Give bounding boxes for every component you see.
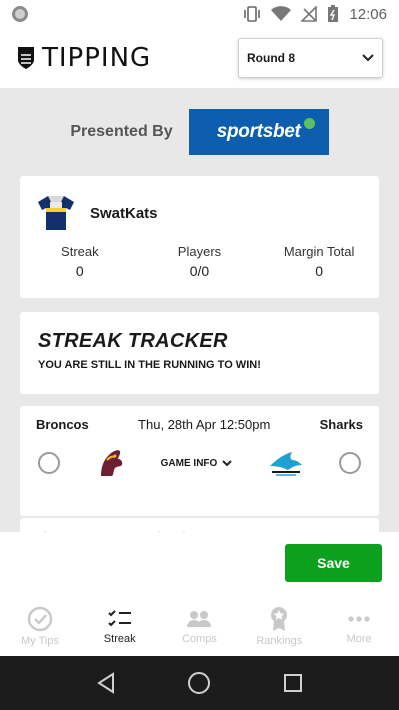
more-dots-icon xyxy=(348,615,370,622)
bottom-tab-bar: My Tips Streak Comps Rankings More xyxy=(0,596,399,656)
game-info-toggle[interactable]: GAME INFO xyxy=(161,458,233,469)
vibrate-icon xyxy=(244,6,261,22)
app-header: TIPPING Round 8 xyxy=(0,28,399,88)
status-bar: 12:06 xyxy=(0,0,399,28)
stat-margin-total: Margin Total 0 xyxy=(264,244,374,279)
no-signal-icon xyxy=(301,6,318,22)
tab-label: Streak xyxy=(103,632,136,645)
chevron-down-icon xyxy=(362,54,374,62)
tab-label: My Tips xyxy=(20,634,59,647)
stat-value: 0/0 xyxy=(189,263,210,279)
game-info-label: GAME INFO xyxy=(160,457,218,469)
stat-streak: Streak 0 xyxy=(25,244,135,279)
notification-icon xyxy=(12,6,28,22)
home-icon[interactable] xyxy=(187,671,211,695)
tab-my-tips[interactable]: My Tips xyxy=(0,596,80,656)
home-team-radio[interactable] xyxy=(38,452,60,474)
team-stats: Streak 0 Players 0/0 Margin Total 0 xyxy=(20,244,379,279)
away-team-radio[interactable] xyxy=(338,452,361,474)
home-team-name: Broncos xyxy=(36,417,89,432)
sharks-logo-icon xyxy=(269,452,302,476)
recents-icon[interactable] xyxy=(283,673,303,693)
brand-title: TIPPING xyxy=(42,43,152,73)
stat-players: Players 0/0 xyxy=(144,244,254,279)
broncos-logo-icon xyxy=(101,450,123,476)
tab-streak[interactable]: Streak xyxy=(80,596,160,656)
save-button[interactable]: Save xyxy=(285,544,382,582)
check-badge-icon xyxy=(303,118,315,129)
nrl-tipping-logo: TIPPING xyxy=(16,43,151,73)
stat-value: 0 xyxy=(75,263,84,279)
sportsbet-logo-text: sportsbet xyxy=(216,121,301,142)
presented-by-label: Presented By xyxy=(70,123,173,140)
round-select-value: Round 8 xyxy=(247,51,295,65)
stat-label: Streak xyxy=(61,244,99,259)
round-select[interactable]: Round 8 xyxy=(238,38,383,78)
tab-more[interactable]: More xyxy=(319,596,399,656)
streak-subtitle: YOU ARE STILL IN THE RUNNING TO WIN! xyxy=(38,359,261,371)
sponsor-banner: Presented By sportsbet xyxy=(0,88,399,176)
tab-label: Rankings xyxy=(256,634,303,647)
streak-tracker-card: STREAK TRACKER YOU ARE STILL IN THE RUNN… xyxy=(20,312,379,394)
stat-label: Margin Total xyxy=(283,244,355,259)
award-icon xyxy=(271,606,288,631)
streak-title: STREAK TRACKER xyxy=(38,330,228,352)
match-card: Broncos Thu, 28th Apr 12:50pm Sharks GAM… xyxy=(20,406,379,516)
team-jersey-icon xyxy=(38,196,74,230)
stat-label: Players xyxy=(177,244,222,259)
tab-label: More xyxy=(346,632,372,645)
stat-value: 0 xyxy=(315,263,324,279)
nrl-shield-icon xyxy=(18,47,34,69)
check-circle-icon xyxy=(27,606,53,631)
team-summary-card: SwatKats Streak 0 Players 0/0 Margin Tot… xyxy=(20,176,379,298)
save-bar: Save xyxy=(0,532,399,596)
streak-list-icon xyxy=(107,609,131,626)
group-icon xyxy=(187,610,212,627)
sportsbet-logo[interactable]: sportsbet xyxy=(188,109,329,155)
wifi-icon xyxy=(271,6,292,21)
team-name: SwatKats xyxy=(90,204,158,222)
back-icon[interactable] xyxy=(96,672,116,694)
tab-comps[interactable]: Comps xyxy=(160,596,240,656)
status-time: 12:06 xyxy=(349,5,387,23)
chevron-down-icon xyxy=(222,459,233,466)
system-nav-bar xyxy=(0,656,399,710)
match-datetime: Thu, 28th Apr 12:50pm xyxy=(138,417,271,432)
tab-label: Comps xyxy=(182,632,217,645)
tab-rankings[interactable]: Rankings xyxy=(239,596,319,656)
away-team-name: Sharks xyxy=(319,417,363,432)
battery-icon xyxy=(328,5,339,22)
